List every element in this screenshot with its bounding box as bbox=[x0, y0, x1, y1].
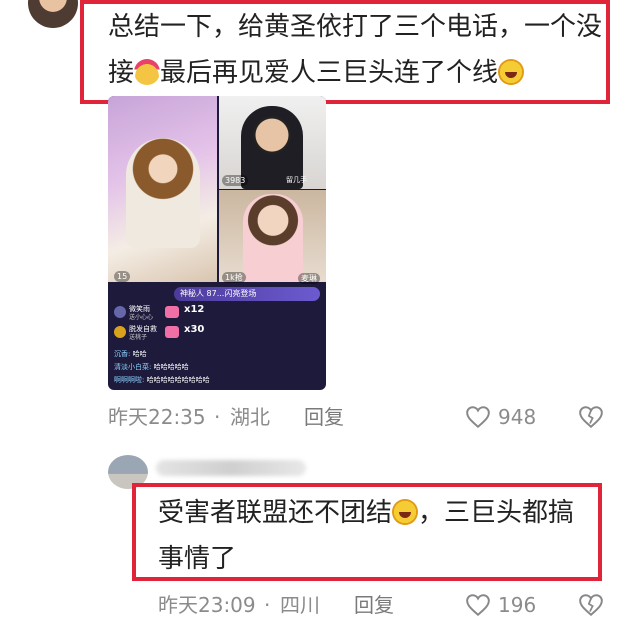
chat-text: 哈哈哈哈哈 bbox=[153, 363, 189, 371]
blurred-username bbox=[156, 460, 306, 476]
comment-time: 昨天23:09 bbox=[158, 593, 256, 617]
reply-button[interactable]: 回复 bbox=[304, 405, 344, 429]
like-count: 196 bbox=[498, 593, 537, 617]
gift-count: x30 bbox=[184, 324, 205, 335]
medal-emoji bbox=[134, 59, 161, 85]
chat-text: 哈哈哈哈哈哈哈哈哈 bbox=[146, 376, 210, 384]
entry-banner: 神秘人 87...闪亮登场 bbox=[174, 287, 320, 301]
laughing-emoji bbox=[498, 59, 525, 85]
gift-count: x12 bbox=[184, 304, 205, 315]
commenter-avatar[interactable] bbox=[28, 0, 78, 28]
chat-user: 清淡小白菜: bbox=[114, 363, 152, 371]
laughing-emoji bbox=[392, 499, 419, 525]
gift-desc: 送桃子 bbox=[129, 334, 148, 341]
guest-figure bbox=[243, 194, 303, 282]
chat-user: 啊啊啊啦: bbox=[114, 376, 145, 384]
viewer-count: 3983 bbox=[222, 175, 249, 186]
comment-time: 昨天22:35 bbox=[108, 405, 206, 429]
gift-icon bbox=[165, 306, 179, 318]
guest-video-pane bbox=[219, 190, 326, 282]
like-count: 948 bbox=[498, 405, 537, 429]
chat-message: 清淡小白菜: 哈哈哈哈哈 bbox=[114, 363, 189, 372]
chat-message: 沉香: 哈哈 bbox=[114, 350, 147, 359]
gift-sender: 脱发自救 bbox=[129, 325, 157, 333]
heart-icon[interactable] bbox=[465, 593, 491, 617]
comment-text-part: 最后再见爱人三巨头连了个线 bbox=[160, 58, 499, 88]
chat-user: 沉香: bbox=[114, 350, 131, 358]
comment-location: 四川 bbox=[280, 593, 320, 617]
comment-image-livestream[interactable]: 15 3983 留几手 1k抢 麦琳 神秘人 87...闪亮登场 微笑雨 送小心… bbox=[108, 96, 326, 390]
comment-text: 总结一下，给黄圣依打了三个电话，一个没接 最后再见爱人三巨头连了个线 bbox=[108, 4, 603, 96]
comment-location: 湖北 bbox=[230, 405, 270, 429]
viewer-count: 1k抢 bbox=[222, 272, 246, 283]
chat-text: 哈哈 bbox=[132, 350, 147, 358]
gift-sender: 微笑雨 bbox=[129, 305, 150, 313]
comment-text: 受害者联盟还不团结 ，三巨头都搞事情了 bbox=[158, 490, 588, 582]
guest-name: 留几手 bbox=[286, 176, 307, 184]
avatar bbox=[114, 326, 126, 338]
avatar bbox=[114, 306, 126, 318]
broken-heart-icon[interactable] bbox=[578, 593, 604, 617]
heart-icon[interactable] bbox=[465, 405, 491, 429]
separator: · bbox=[264, 593, 271, 617]
host-video-pane bbox=[108, 96, 217, 282]
separator: · bbox=[214, 405, 221, 429]
chat-message: 啊啊啊啦: 哈哈哈哈哈哈哈哈哈 bbox=[114, 376, 210, 385]
viewer-count: 15 bbox=[114, 271, 131, 282]
gift-icon bbox=[165, 326, 179, 338]
broken-heart-icon[interactable] bbox=[578, 405, 604, 429]
comment-text-part: 受害者联盟还不团结 bbox=[158, 498, 393, 528]
host-figure bbox=[126, 138, 200, 248]
reply-button[interactable]: 回复 bbox=[354, 593, 394, 617]
guest-name: 麦琳 bbox=[298, 273, 320, 284]
gift-desc: 送小心心 bbox=[129, 314, 154, 321]
